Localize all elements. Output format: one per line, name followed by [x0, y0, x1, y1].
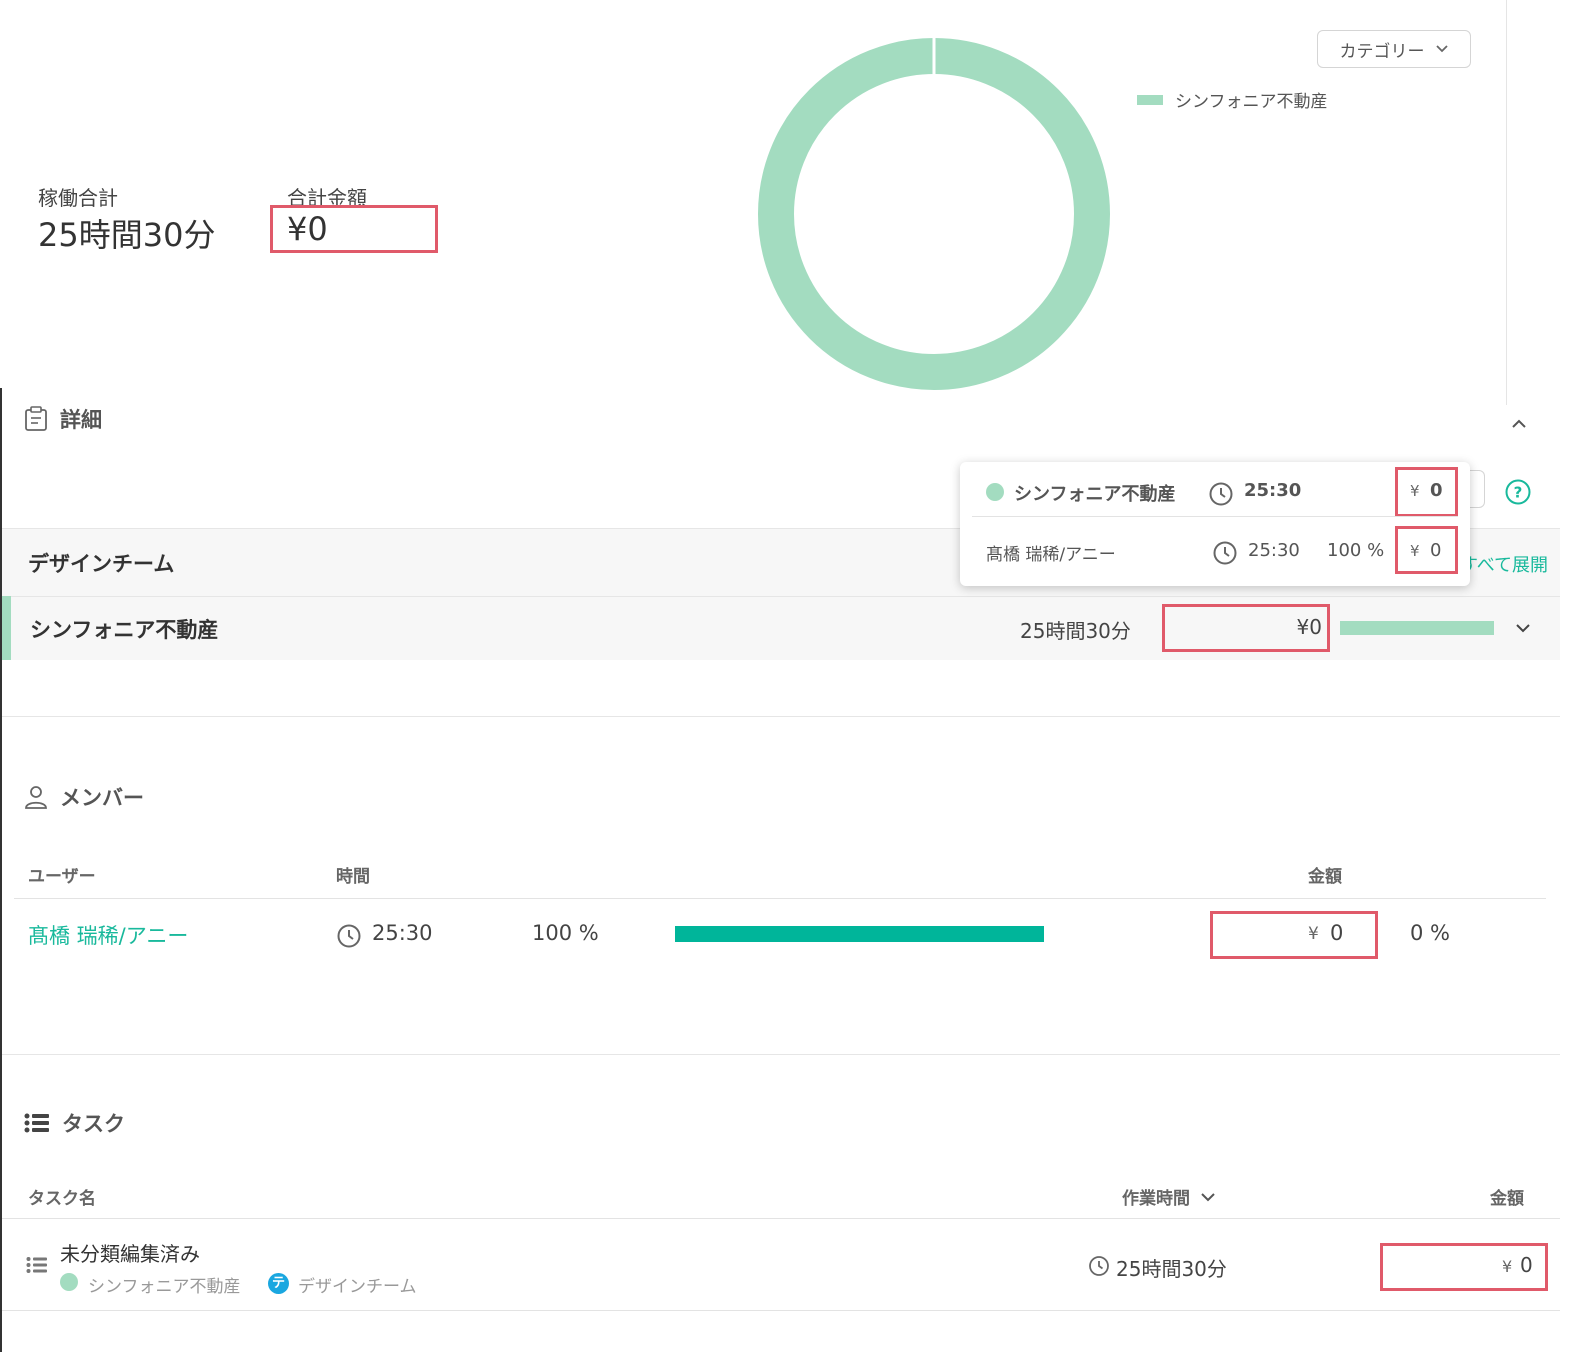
task-list-icon — [26, 1257, 47, 1273]
client-dot — [60, 1273, 78, 1291]
help-icon[interactable]: ? — [1504, 478, 1532, 506]
tooltip-member-name: 髙橋 瑞稀/アニー — [986, 545, 1116, 565]
tooltip-member-time: 25:30 — [1248, 540, 1300, 561]
task-name[interactable]: 未分類編集済み — [60, 1238, 200, 1267]
clock-icon — [337, 924, 361, 948]
member-time: 25:30 — [372, 921, 433, 945]
divider — [2, 1310, 1560, 1311]
client-color-bar — [2, 596, 11, 660]
legend-label: シンフォニア不動産 — [1175, 92, 1328, 112]
total-hours-value: 25時間30分 — [38, 216, 216, 254]
clipboard-icon — [25, 406, 47, 431]
client-name: シンフォニア不動産 — [30, 618, 219, 642]
col-task-name: タスク名 — [28, 1189, 96, 1209]
col-user: ユーザー — [28, 867, 96, 887]
clock-icon — [1209, 482, 1233, 506]
tasks-header-divider — [2, 1218, 1560, 1219]
team-badge-icon: テ — [268, 1273, 289, 1294]
members-header: メンバー — [24, 782, 144, 812]
chevron-down-icon — [1435, 45, 1448, 53]
details-header: 詳細 — [24, 404, 102, 434]
divider — [2, 716, 1560, 717]
col-task-time: 作業時間 — [1122, 1189, 1190, 1209]
client-progress-bar — [1340, 621, 1494, 635]
member-name-link[interactable]: 髙橋 瑞稀/アニー — [28, 920, 188, 950]
tooltip-member-pct: 100 % — [1327, 540, 1385, 561]
highlight-tooltip-member-amount — [1395, 526, 1458, 574]
client-dot — [986, 483, 1004, 501]
member-pct: 100 % — [532, 921, 599, 945]
divider — [2, 1054, 1560, 1055]
chevron-down-icon — [1201, 1192, 1215, 1201]
col-task-amount: 金額 — [1490, 1189, 1524, 1209]
highlight-member-amount — [1210, 911, 1378, 959]
donut-slice-symphonia — [758, 38, 1110, 390]
clock-icon — [1089, 1256, 1109, 1276]
tasks-header: タスク — [24, 1108, 125, 1138]
clock-icon — [1213, 541, 1237, 565]
members-title: メンバー — [60, 786, 144, 810]
client-time: 25時間30分 — [1020, 619, 1131, 643]
highlight-total-amount — [270, 205, 438, 253]
category-dropdown[interactable]: カテゴリー — [1317, 30, 1471, 68]
chart-legend: シンフォニア不動産 — [1137, 87, 1328, 112]
tooltip-divider — [972, 516, 1458, 517]
tasks-title: タスク — [62, 1112, 125, 1136]
total-hours-label: 稼働合計 — [38, 186, 118, 210]
task-client: シンフォニア不動産 — [88, 1277, 241, 1297]
highlight-tooltip-client-amount — [1395, 467, 1458, 517]
list-icon — [24, 1113, 49, 1133]
details-title: 詳細 — [60, 408, 102, 432]
highlight-client-amount — [1162, 604, 1330, 652]
col-time: 時間 — [336, 867, 370, 887]
legend-swatch — [1137, 94, 1163, 105]
chevron-down-icon[interactable] — [1514, 622, 1532, 634]
members-header-divider — [14, 898, 1546, 899]
member-bar-track — [675, 926, 1044, 942]
col-amount: 金額 — [1308, 867, 1342, 887]
tooltip-client-name: シンフォニア不動産 — [1014, 484, 1176, 505]
member-amount-pct: 0 % — [1410, 921, 1450, 945]
task-team: デザインチーム — [298, 1277, 417, 1297]
chevron-up-icon[interactable] — [1510, 418, 1528, 430]
panel-divider — [1506, 0, 1507, 405]
highlight-task-amount — [1380, 1243, 1548, 1291]
svg-text:?: ? — [1514, 484, 1523, 502]
category-donut-chart — [758, 38, 1110, 390]
team-name: デザインチーム — [28, 552, 175, 576]
member-bar-fill — [675, 926, 1044, 942]
task-time: 25時間30分 — [1116, 1257, 1227, 1281]
col-task-time-sort[interactable]: 作業時間 — [1122, 1184, 1216, 1209]
user-icon — [25, 786, 47, 809]
category-dropdown-label: カテゴリー — [1339, 41, 1425, 62]
tooltip-client-time: 25:30 — [1244, 480, 1302, 501]
expand-all-link[interactable]: すべて展開 — [1470, 551, 1548, 577]
